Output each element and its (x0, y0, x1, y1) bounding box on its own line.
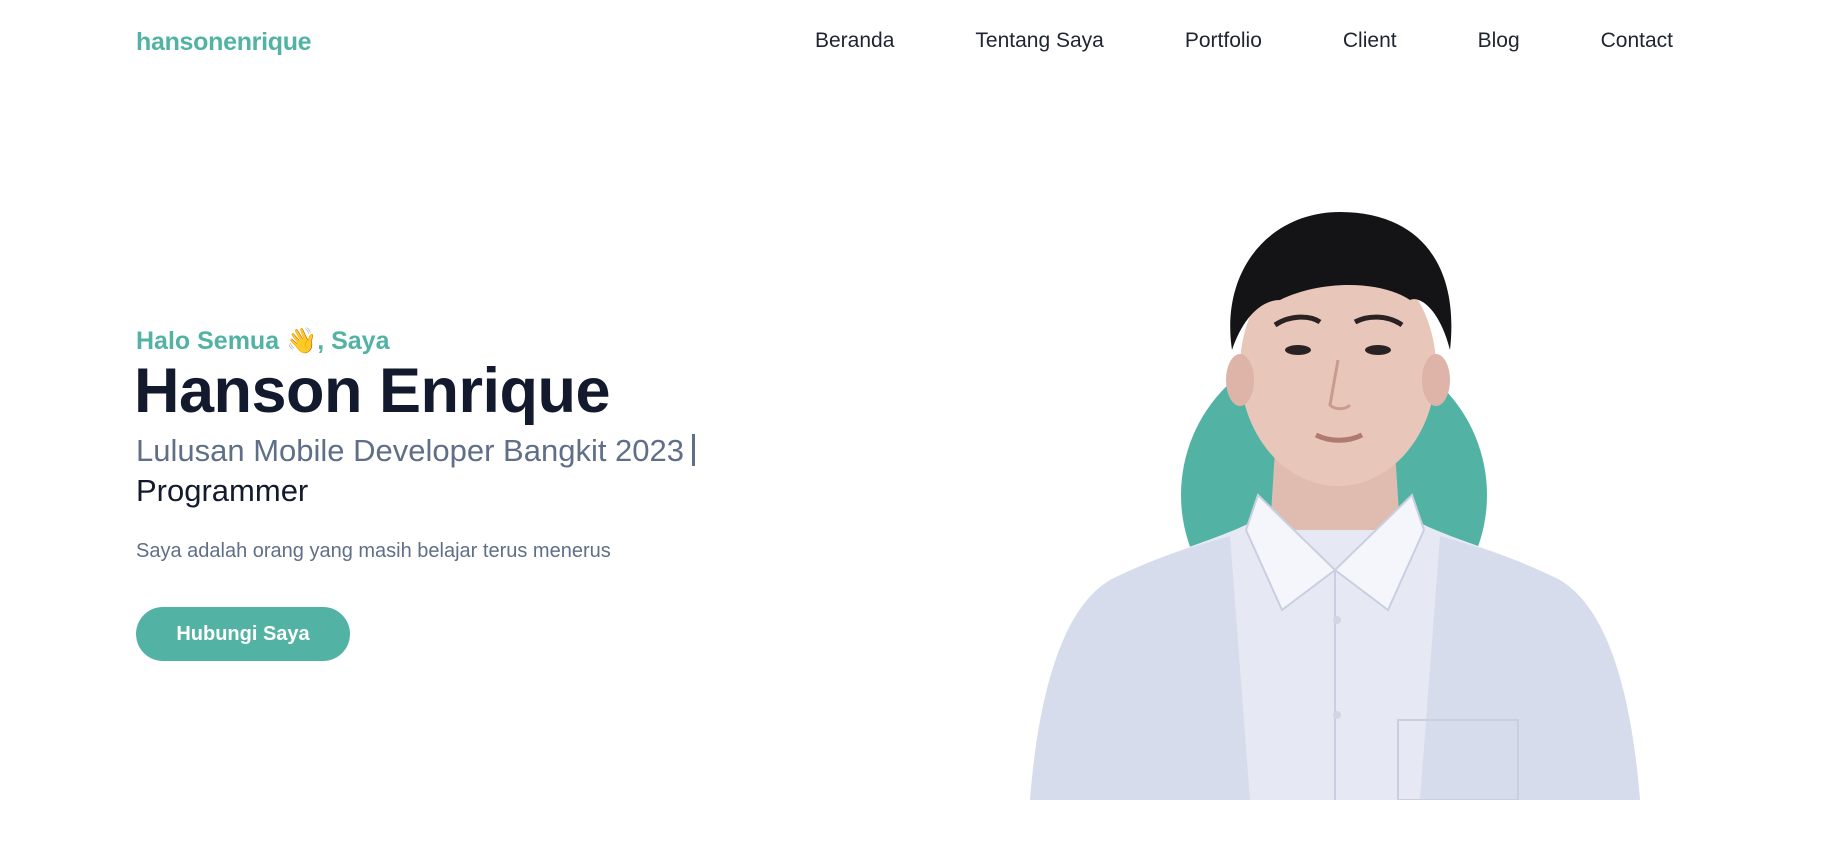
nav-beranda[interactable]: Beranda (815, 29, 894, 53)
page: hansonenrique Beranda Tentang Saya Portf… (0, 0, 1829, 861)
hero-name: Hanson Enrique (134, 356, 611, 426)
contact-me-button[interactable]: Hubungi Saya (136, 607, 350, 661)
nav-client[interactable]: Client (1343, 29, 1397, 53)
nav-portfolio[interactable]: Portfolio (1185, 29, 1262, 53)
greeting-suffix: , Saya (317, 327, 390, 355)
greeting-prefix: Halo Semua (136, 327, 287, 355)
nav-contact[interactable]: Contact (1601, 29, 1673, 53)
typing-cursor (692, 434, 696, 466)
hero-subtitle: Lulusan Mobile Developer Bangkit 2023 (136, 432, 696, 469)
site-logo[interactable]: hansonenrique (136, 28, 312, 57)
nav-blog[interactable]: Blog (1478, 29, 1520, 53)
subtitle-text: Lulusan Mobile Developer Bangkit 2023 (136, 433, 685, 468)
hero-tagline: Saya adalah orang yang masih belajar ter… (136, 540, 611, 562)
hero-greeting: Halo Semua 👋, Saya (136, 326, 389, 356)
nav-tentang-saya[interactable]: Tentang Saya (975, 29, 1103, 53)
profile-photo (1030, 212, 1640, 800)
main-nav: Beranda Tentang Saya Portfolio Client Bl… (815, 29, 1673, 53)
waving-hand-icon: 👋 (286, 326, 318, 355)
hero-role: Programmer (136, 473, 309, 508)
